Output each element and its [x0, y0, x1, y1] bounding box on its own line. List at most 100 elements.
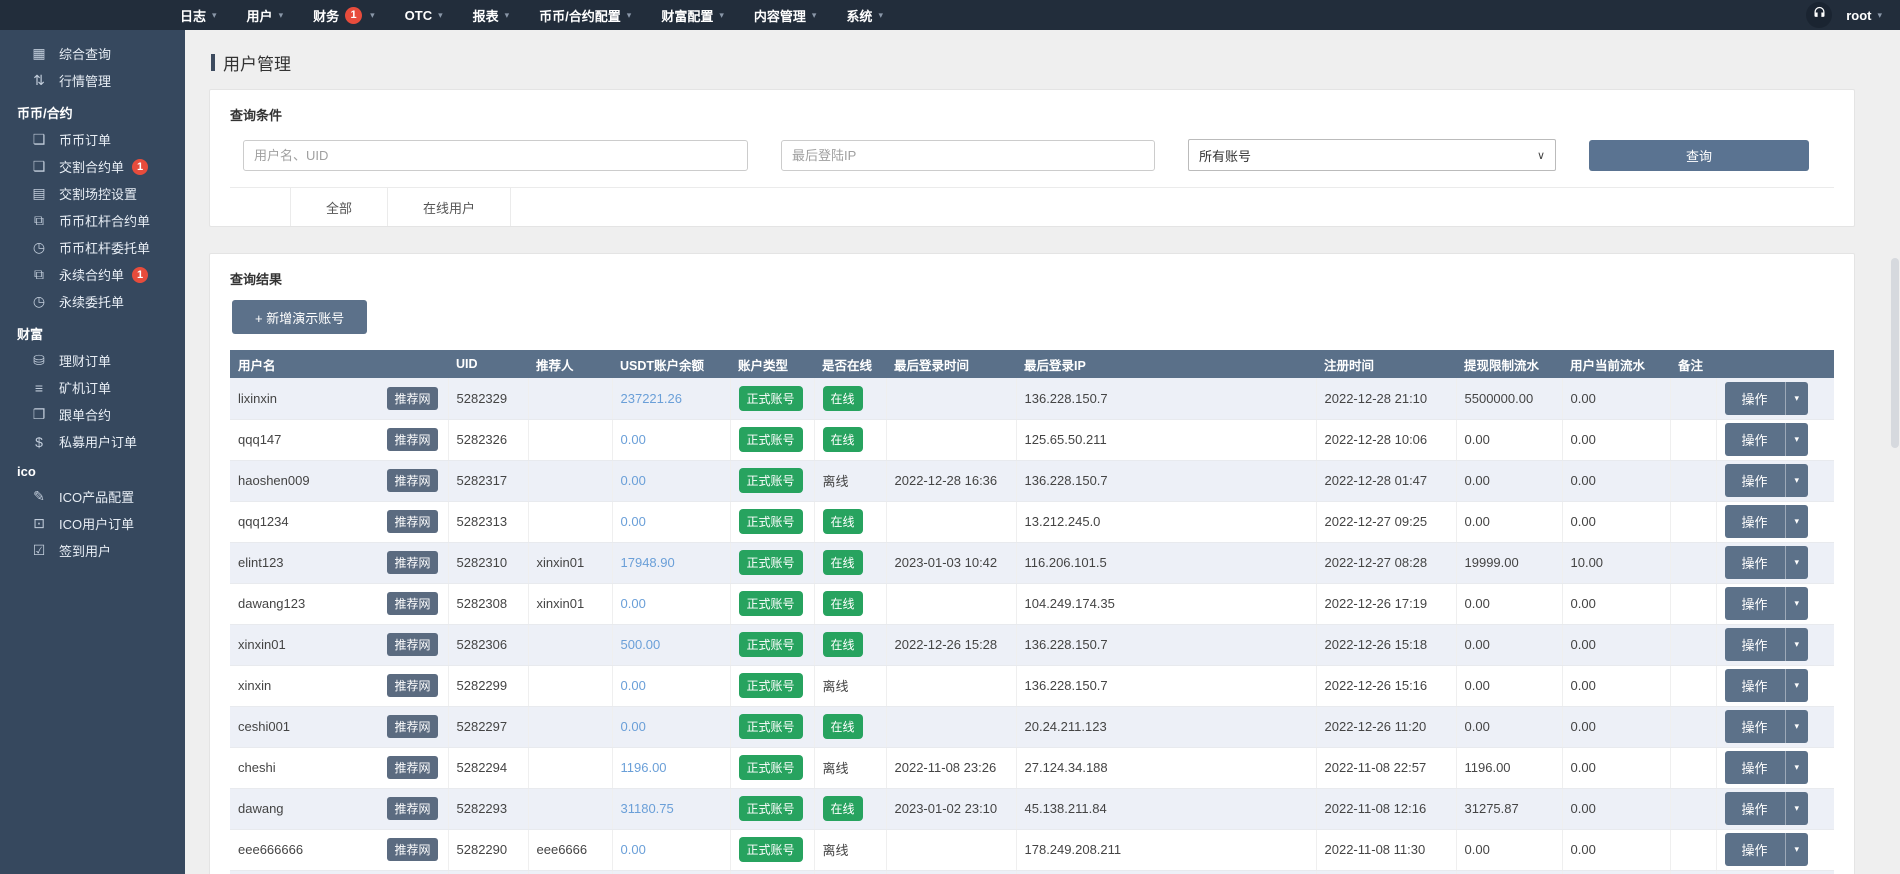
referrer-cell	[528, 788, 612, 829]
sidebar-item[interactable]: $ 私募用户订单	[0, 428, 185, 455]
sidebar-item[interactable]: ✎ ICO产品配置	[0, 483, 185, 510]
usdt-balance-link[interactable]: 0.00	[621, 432, 646, 447]
sidebar-item[interactable]: ⧉ 币币杠杆合约单	[0, 207, 185, 234]
referral-net-badge[interactable]: 推荐网	[387, 428, 437, 451]
action-dropdown-toggle[interactable]: ▾	[1785, 423, 1809, 456]
top-nav-item[interactable]: 财务 1 ▾	[298, 0, 390, 30]
top-nav-item[interactable]: 财富配置 ▾	[646, 0, 739, 30]
sidebar-item[interactable]: ⊡ ICO用户订单	[0, 510, 185, 537]
action-button[interactable]: 操作	[1725, 505, 1785, 538]
filter-tab[interactable]: 全部	[290, 188, 388, 226]
action-button[interactable]: 操作	[1725, 382, 1785, 415]
remark-cell	[1670, 624, 1716, 665]
top-nav-item[interactable]: 内容管理 ▾	[739, 0, 832, 30]
usdt-balance-link[interactable]: 1196.00	[621, 760, 667, 775]
action-button[interactable]: 操作	[1725, 464, 1785, 497]
column-header: 提现限制流水	[1456, 350, 1562, 378]
top-nav-item[interactable]: 用户 ▾	[232, 0, 299, 30]
action-button[interactable]: 操作	[1725, 587, 1785, 620]
action-button[interactable]: 操作	[1725, 628, 1785, 661]
account-type-select[interactable]: 所有账号 ∨	[1188, 139, 1556, 171]
action-dropdown-toggle[interactable]: ▾	[1785, 710, 1809, 743]
chevron-down-icon: ▾	[1795, 762, 1800, 773]
username-uid-input[interactable]	[243, 140, 748, 171]
usdt-balance-link[interactable]: 31180.75	[621, 801, 674, 816]
column-header	[1716, 350, 1834, 378]
referrer-cell: xinxin01	[528, 542, 612, 583]
sidebar-item[interactable]: ☑ 签到用户	[0, 537, 185, 564]
referral-net-badge[interactable]: 推荐网	[387, 838, 437, 861]
sidebar-item[interactable]: ▦ 综合查询	[0, 40, 185, 67]
referral-net-badge[interactable]: 推荐网	[387, 674, 437, 697]
sidebar-item[interactable]: ▤ 交割场控设置	[0, 180, 185, 207]
usdt-balance-link[interactable]: 0.00	[621, 473, 646, 488]
action-dropdown-toggle[interactable]: ▾	[1785, 587, 1809, 620]
account-type-cell: 正式账号	[730, 747, 814, 788]
action-dropdown-toggle[interactable]: ▾	[1785, 833, 1809, 866]
usdt-balance-link[interactable]: 17948.90	[621, 555, 675, 570]
referral-net-badge[interactable]: 推荐网	[387, 551, 437, 574]
table-row: dawang推荐网528229331180.75正式账号在线2023-01-02…	[230, 788, 1834, 829]
sidebar-item[interactable]: ❏ 交割合约单 1	[0, 153, 185, 180]
search-button[interactable]: 查询	[1589, 140, 1809, 171]
support-button[interactable]	[1806, 2, 1832, 28]
withdraw-flow-cell: 0.00	[1456, 501, 1562, 542]
referral-net-badge[interactable]: 推荐网	[387, 469, 437, 492]
last-login-ip-input[interactable]	[781, 140, 1155, 171]
action-dropdown-toggle[interactable]: ▾	[1785, 628, 1809, 661]
action-dropdown-toggle[interactable]: ▾	[1785, 792, 1809, 825]
sidebar-item[interactable]: ⇅ 行情管理	[0, 67, 185, 94]
referral-net-badge[interactable]: 推荐网	[387, 510, 437, 533]
sidebar-item[interactable]: ⛁ 理财订单	[0, 347, 185, 374]
action-button[interactable]: 操作	[1725, 710, 1785, 743]
top-nav-item[interactable]: OTC ▾	[390, 0, 458, 30]
last-login-time-cell	[886, 378, 1016, 419]
scrollbar-thumb[interactable]	[1891, 258, 1899, 448]
referral-net-badge[interactable]: 推荐网	[387, 797, 437, 820]
usdt-balance-link[interactable]: 0.00	[621, 678, 646, 693]
sidebar-item[interactable]: ⧉ 永续合约单 1	[0, 261, 185, 288]
referral-net-badge[interactable]: 推荐网	[387, 387, 437, 410]
action-dropdown-toggle[interactable]: ▾	[1785, 464, 1809, 497]
top-nav-item[interactable]: 日志 ▾	[165, 0, 232, 30]
sidebar-item[interactable]: ≡ 矿机订单	[0, 374, 185, 401]
action-dropdown-toggle[interactable]: ▾	[1785, 546, 1809, 579]
action-button[interactable]: 操作	[1725, 792, 1785, 825]
action-button[interactable]: 操作	[1725, 751, 1785, 784]
referral-net-badge[interactable]: 推荐网	[387, 592, 437, 615]
filter-tab[interactable]: 在线用户	[388, 188, 511, 226]
add-demo-account-button[interactable]: + 新增演示账号	[232, 300, 367, 334]
sidebar-item[interactable]: ◷ 永续委托单	[0, 288, 185, 315]
action-button[interactable]: 操作	[1725, 669, 1785, 702]
sidebar-item[interactable]: ❐ 跟单合约	[0, 401, 185, 428]
usdt-balance-link[interactable]: 237221.26	[621, 391, 682, 406]
user-menu[interactable]: root ▾	[1846, 8, 1882, 23]
referral-net-badge[interactable]: 推荐网	[387, 715, 437, 738]
action-dropdown-toggle[interactable]: ▾	[1785, 505, 1809, 538]
username-text: xinxin	[238, 678, 271, 693]
online-status-cell: 离线	[814, 747, 886, 788]
action-dropdown-toggle[interactable]: ▾	[1785, 382, 1809, 415]
action-button[interactable]: 操作	[1725, 423, 1785, 456]
top-nav-item[interactable]: 系统 ▾	[831, 0, 898, 30]
sidebar-item[interactable]: ❏ 币币订单	[0, 126, 185, 153]
usdt-balance-link[interactable]: 0.00	[621, 719, 646, 734]
top-nav-item[interactable]: 报表 ▾	[458, 0, 525, 30]
action-dropdown-toggle[interactable]: ▾	[1785, 669, 1809, 702]
action-button[interactable]: 操作	[1725, 833, 1785, 866]
online-badge: 在线	[823, 427, 863, 452]
top-nav-item[interactable]: 币币/合约配置 ▾	[524, 0, 646, 30]
referral-net-badge[interactable]: 推荐网	[387, 756, 437, 779]
referral-net-badge[interactable]: 推荐网	[387, 633, 437, 656]
action-button[interactable]: 操作	[1725, 546, 1785, 579]
action-dropdown-toggle[interactable]: ▾	[1785, 751, 1809, 784]
account-type-badge: 正式账号	[739, 714, 803, 739]
usdt-balance-link[interactable]: 0.00	[621, 596, 646, 611]
usdt-balance-link[interactable]: 500.00	[621, 637, 661, 652]
online-badge: 在线	[823, 550, 863, 575]
usdt-balance-link[interactable]: 0.00	[621, 842, 646, 857]
usdt-balance-link[interactable]: 0.00	[621, 514, 646, 529]
sidebar-item[interactable]: ◷ 币币杠杆委托单	[0, 234, 185, 261]
account-type-cell: 正式账号	[730, 542, 814, 583]
online-badge: 在线	[823, 591, 863, 616]
